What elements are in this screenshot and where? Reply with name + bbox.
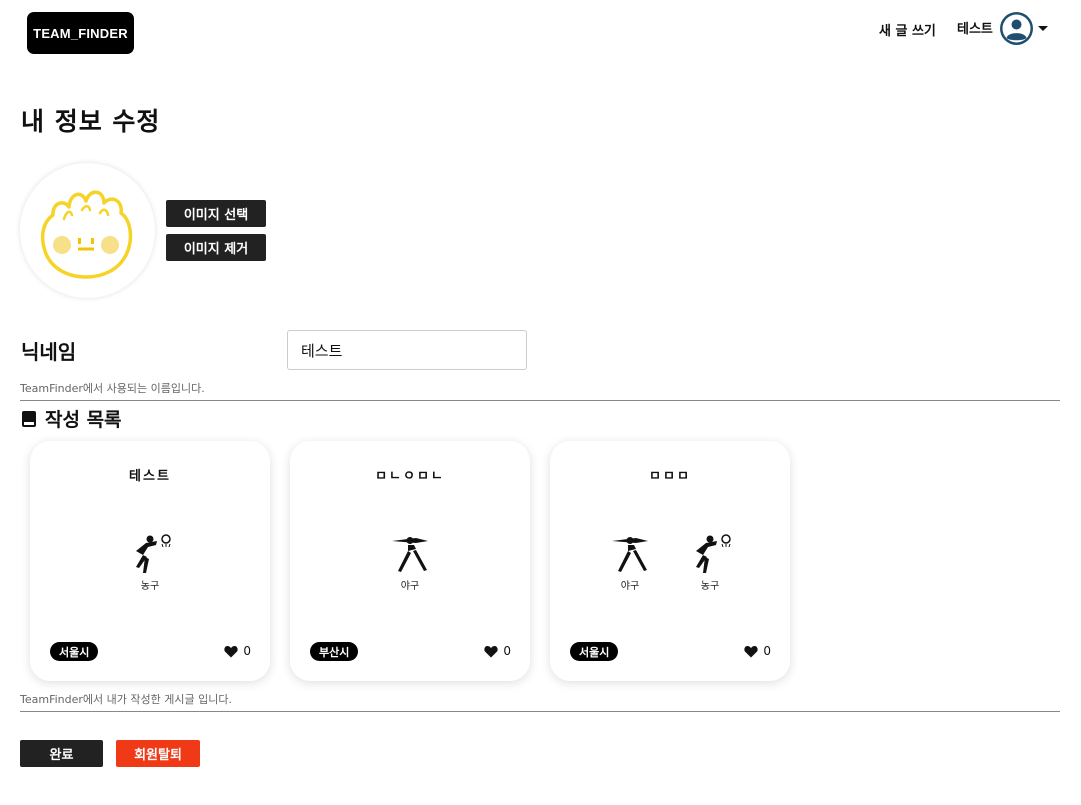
divider: [20, 400, 1060, 401]
nickname-label: 닉네임: [21, 340, 77, 364]
likes: 0: [224, 644, 251, 658]
page-title: 내 정보 수정: [21, 107, 161, 136]
write-post-link[interactable]: 새 글 쓰기: [879, 20, 936, 39]
heart-icon[interactable]: [484, 645, 498, 658]
likes-count: 0: [503, 644, 511, 658]
select-image-button[interactable]: 이미지 선택: [166, 200, 266, 227]
region-badge: 서울시: [50, 642, 99, 661]
sport-baseball: 야구: [602, 533, 658, 592]
remove-image-button[interactable]: 이미지 제거: [166, 234, 266, 261]
avatar-icon[interactable]: [1000, 12, 1033, 45]
heart-icon[interactable]: [744, 645, 758, 658]
post-card[interactable]: ㅁㄴㅇㅁㄴ 야구 부산시 0: [290, 441, 530, 681]
posts-section-label: 작성 목록: [45, 409, 122, 431]
sport-label: 야구: [620, 581, 640, 592]
likes-count: 0: [243, 644, 251, 658]
basketball-icon: [136, 534, 171, 573]
sport-label: 야구: [400, 581, 420, 592]
sport-label: 농구: [140, 581, 160, 592]
mascot-icon: [40, 190, 133, 279]
region-badge: 부산시: [310, 642, 359, 661]
withdraw-button[interactable]: 회원탈퇴: [116, 740, 200, 767]
profile-image: [20, 163, 155, 298]
post-title: 테스트: [129, 469, 171, 484]
baseball-icon: [612, 537, 648, 572]
posts-help-text: TeamFinder에서 내가 작성한 게시글 입니다.: [20, 693, 232, 706]
likes: 0: [484, 644, 511, 658]
chevron-down-icon[interactable]: [1038, 26, 1048, 31]
sport-baseball: 야구: [382, 533, 438, 592]
sport-basketball: 농구: [682, 533, 738, 592]
likes: 0: [744, 644, 771, 658]
likes-count: 0: [763, 644, 771, 658]
sport-label: 농구: [700, 581, 720, 592]
book-icon: [22, 410, 36, 427]
basketball-icon: [696, 534, 731, 573]
logo[interactable]: TEAM_FINDER: [27, 12, 134, 54]
post-card[interactable]: 테스트 농구 서울시 0: [30, 441, 270, 681]
baseball-icon: [392, 537, 428, 572]
heart-icon[interactable]: [224, 645, 238, 658]
done-button[interactable]: 완료: [20, 740, 103, 767]
post-title: ㅁㄴㅇㅁㄴ: [375, 469, 445, 484]
region-badge: 서울시: [570, 642, 619, 661]
user-name[interactable]: 테스트: [957, 18, 993, 37]
post-card[interactable]: ㅁㅁㅁ 야구 농구 서울시 0: [550, 441, 790, 681]
post-title: ㅁㅁㅁ: [649, 469, 691, 484]
sport-basketball: 농구: [122, 533, 178, 592]
divider: [20, 711, 1060, 712]
nickname-input[interactable]: [287, 330, 527, 370]
nickname-help-text: TeamFinder에서 사용되는 이름입니다.: [20, 382, 205, 395]
posts-section-title: 작성 목록: [21, 405, 122, 432]
